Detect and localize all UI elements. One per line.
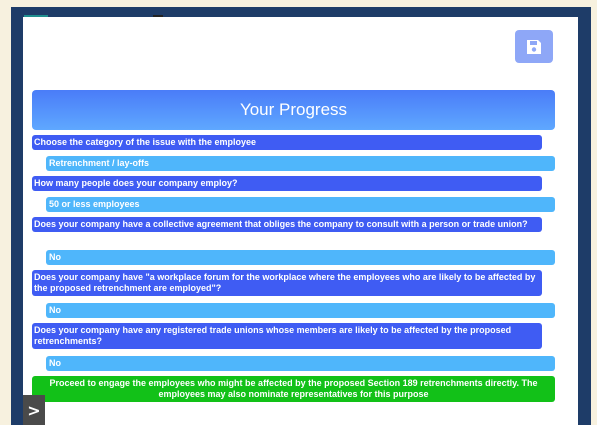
answer-3[interactable]: No (46, 250, 555, 265)
question-5: Does your company have any registered tr… (32, 323, 542, 349)
question-1: Choose the category of the issue with th… (32, 135, 542, 150)
save-button[interactable] (515, 30, 553, 63)
sidebar-toggle-button[interactable]: > (23, 395, 45, 425)
answer-2[interactable]: 50 or less employees (46, 197, 555, 212)
progress-title: Your Progress (239, 100, 348, 119)
answer-4[interactable]: No (46, 303, 555, 318)
progress-panel: Your Progress Choose the category of the… (23, 17, 578, 425)
floppy-disk-icon (527, 39, 541, 54)
progress-header: Your Progress (32, 90, 555, 130)
answer-5[interactable]: No (46, 356, 555, 371)
question-2: How many people does your company employ… (32, 176, 542, 191)
result-message: Proceed to engage the employees who migh… (32, 376, 555, 402)
question-4: Does your company have "a workplace foru… (32, 270, 542, 296)
question-3: Does your company have a collective agre… (32, 217, 542, 232)
answer-1[interactable]: Retrenchment / lay-offs (46, 156, 555, 171)
